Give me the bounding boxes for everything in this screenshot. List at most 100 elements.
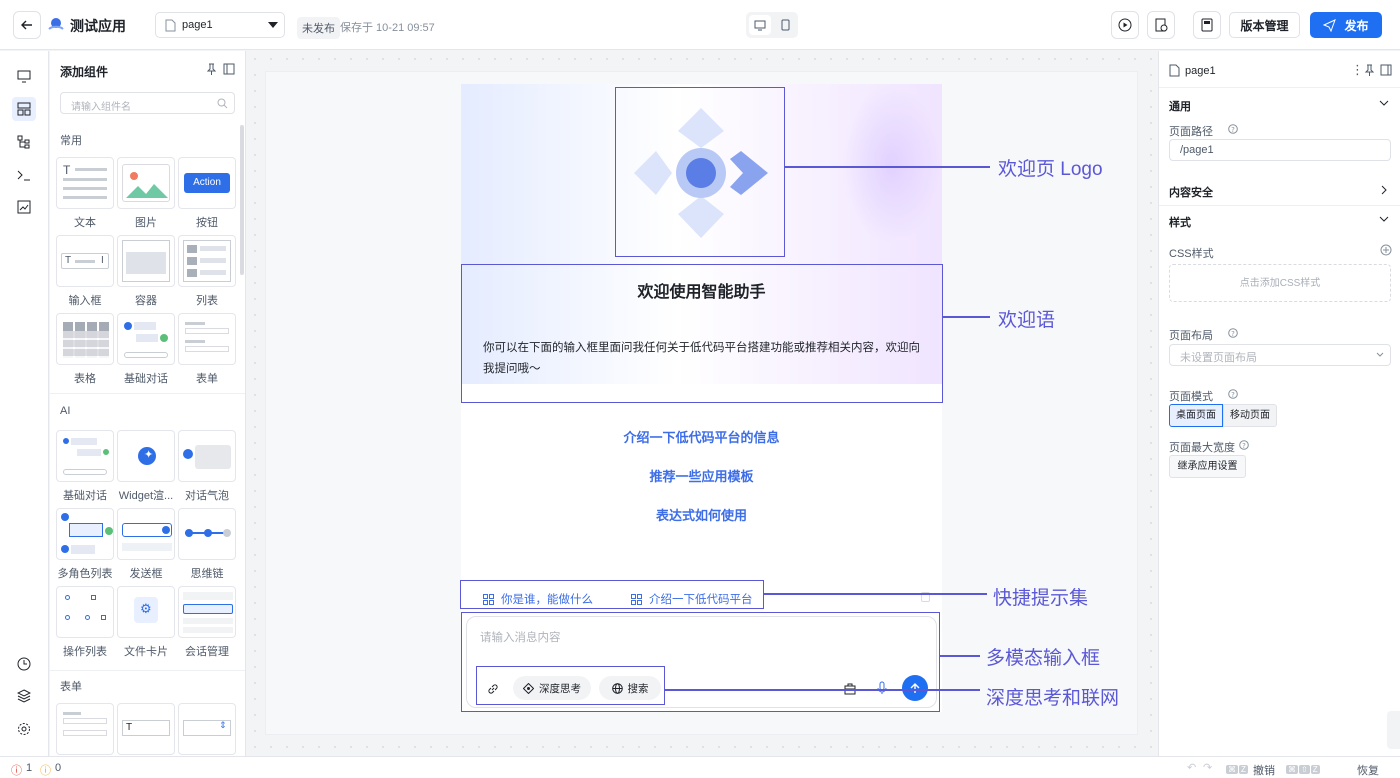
back-button[interactable]	[13, 11, 41, 39]
rail-settings-button[interactable]	[12, 717, 36, 741]
suggestion-link[interactable]: 介绍一下低代码平台的信息	[461, 427, 942, 446]
undo-shortcut: ⌘ Z	[1226, 765, 1248, 774]
pin-icon[interactable]	[1364, 64, 1375, 76]
chevron-right-icon[interactable]	[1381, 185, 1388, 195]
suggestion-link[interactable]: 表达式如何使用	[461, 505, 942, 524]
section-form: 表单	[60, 681, 82, 693]
suggestion-link[interactable]: 推荐一些应用模板	[461, 466, 942, 485]
component-search[interactable]: 请输入组件名	[60, 92, 235, 114]
component-widget-render[interactable]: ✦ Widget渲...	[117, 430, 175, 503]
page-path-input[interactable]: /page1	[1169, 139, 1391, 161]
help-icon[interactable]: ?	[1228, 389, 1238, 399]
mobile-view-button[interactable]	[774, 15, 796, 35]
more-icon[interactable]: ⋮	[1351, 62, 1364, 78]
add-css-button[interactable]: 点击添加CSS样式	[1169, 264, 1391, 302]
chevron-down-icon[interactable]	[1379, 100, 1389, 107]
component-basic-chat[interactable]: 基础对话	[117, 313, 175, 386]
rail-layers-button[interactable]	[12, 684, 36, 708]
component-send-box[interactable]: 发送框	[117, 508, 175, 581]
rail-history-button[interactable]	[12, 652, 36, 676]
component-form-item[interactable]	[56, 703, 114, 755]
warning-icon[interactable]: ⓘ	[40, 762, 51, 778]
rail-analytics-button[interactable]	[12, 195, 36, 219]
mode-mobile-button[interactable]: 移动页面	[1223, 404, 1277, 427]
mode-desktop-button[interactable]: 桌面页面	[1169, 404, 1223, 427]
annotation-line	[943, 316, 990, 318]
redo-icon[interactable]: ↷	[1203, 761, 1212, 774]
annotation-deep-label: 深度思考和联网	[986, 688, 1120, 709]
save-button[interactable]	[1193, 11, 1221, 39]
section-content-security[interactable]: 内容安全	[1169, 184, 1213, 200]
component-session-management[interactable]: 会话管理	[178, 586, 236, 659]
component-label: 文本	[74, 217, 96, 229]
component-button[interactable]: Action 按钮	[178, 157, 236, 230]
error-icon[interactable]: ⓘ	[11, 762, 22, 778]
component-label: 图片	[135, 217, 157, 229]
rail-pages-button[interactable]	[12, 64, 36, 88]
help-icon[interactable]: ?	[1239, 440, 1249, 450]
component-table[interactable]: 表格	[56, 313, 114, 386]
page-select[interactable]: page1	[155, 12, 285, 38]
annotation-box-prompts	[460, 580, 764, 609]
action-thumb-label: Action	[184, 173, 230, 193]
max-width-button[interactable]: 继承应用设置	[1169, 455, 1246, 478]
panel-handle[interactable]	[1387, 711, 1400, 749]
component-ai-basic-chat[interactable]: 基础对话	[56, 430, 114, 503]
terminal-icon	[17, 170, 30, 181]
rail-code-button[interactable]	[12, 163, 36, 187]
divider	[1159, 87, 1400, 88]
pin-icon[interactable]	[206, 63, 217, 75]
panel-title: 添加组件	[60, 65, 109, 79]
collapse-panel-icon[interactable]	[1380, 64, 1392, 76]
component-file-card[interactable]: ⚙ 文件卡片	[117, 586, 175, 659]
css-style-label: CSS样式	[1169, 248, 1214, 260]
play-circle-icon	[1118, 18, 1132, 32]
preview-button[interactable]	[1111, 11, 1139, 39]
add-circle-icon[interactable]	[1380, 244, 1392, 256]
component-input[interactable]: T I 输入框	[56, 235, 114, 308]
section-ai: AI	[60, 405, 71, 417]
publish-label: 发布	[1344, 18, 1369, 33]
gear-icon	[18, 723, 30, 735]
component-container[interactable]: 容器	[117, 235, 175, 308]
desktop-view-button[interactable]	[749, 15, 771, 35]
page-mode-label: 页面模式	[1169, 391, 1213, 403]
component-chat-bubble[interactable]: 对话气泡	[178, 430, 236, 503]
help-icon[interactable]: ?	[1228, 124, 1238, 134]
properties-panel: page1 ⋮ 通用 页面路径 ? /page1 内容安全 样式 CSS样式 点…	[1158, 51, 1400, 756]
rail-components-button[interactable]	[12, 97, 36, 121]
gradient-glow	[841, 84, 942, 244]
error-count: 1	[26, 762, 33, 774]
component-action-list[interactable]: 操作列表	[56, 586, 114, 659]
history-button[interactable]	[1147, 11, 1175, 39]
panel-scrollbar[interactable]	[240, 125, 244, 275]
chevron-down-icon[interactable]	[1379, 216, 1389, 223]
component-multi-role-list[interactable]: 多角色列表	[56, 508, 114, 581]
page-layout-select[interactable]: 未设置页面布局	[1169, 344, 1391, 366]
section-style[interactable]: 样式	[1169, 214, 1191, 230]
collapse-panel-icon[interactable]	[223, 63, 235, 75]
help-icon[interactable]: ?	[1228, 328, 1238, 338]
divider	[1159, 205, 1400, 206]
component-image[interactable]: 图片	[117, 157, 175, 230]
component-label: 对话气泡	[185, 490, 229, 502]
component-form-number[interactable]: ⇕	[178, 703, 236, 755]
annotation-line	[940, 655, 980, 657]
page-select-value: page1	[182, 19, 213, 31]
component-text[interactable]: T 文本	[56, 157, 114, 230]
arrow-left-icon	[21, 20, 32, 30]
tree-icon	[17, 135, 30, 149]
component-label: 发送框	[129, 568, 163, 580]
rail-tree-button[interactable]	[12, 130, 36, 154]
component-form-input[interactable]: T	[117, 703, 175, 755]
component-chain-of-thought[interactable]: 思维链	[178, 508, 236, 581]
document-clock-icon	[1155, 18, 1168, 32]
undo-icon[interactable]: ↶	[1187, 761, 1196, 774]
section-general[interactable]: 通用	[1169, 98, 1191, 114]
component-form[interactable]: 表单	[178, 313, 236, 386]
version-management-button[interactable]: 版本管理	[1229, 12, 1300, 38]
publish-button[interactable]: 发布	[1310, 12, 1382, 38]
undo-label[interactable]: 撤销	[1253, 762, 1275, 778]
redo-label[interactable]: 恢复	[1357, 762, 1379, 778]
component-list[interactable]: 列表	[178, 235, 236, 308]
